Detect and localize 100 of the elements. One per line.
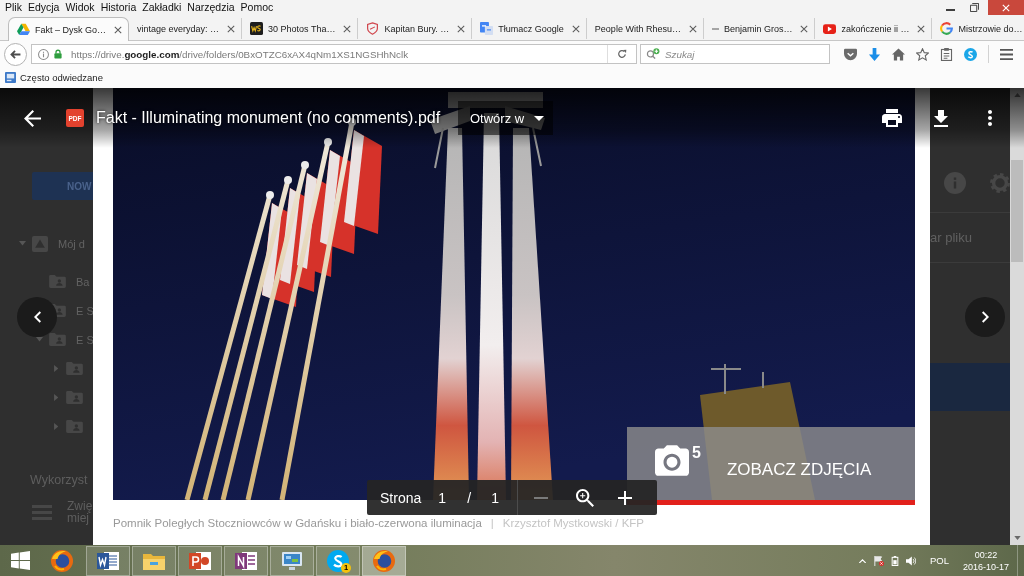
notebook-app-icon <box>235 549 257 572</box>
bookmark-item[interactable]: Często odwiedzane <box>5 72 103 83</box>
flag-icon[interactable] <box>874 555 884 566</box>
page-separator: / <box>467 489 472 506</box>
page-count: 1 <box>491 489 499 506</box>
shared-folder-icon <box>66 420 83 433</box>
taskbar-button[interactable] <box>132 545 176 576</box>
page-number-field[interactable]: 1 <box>431 489 454 506</box>
page-icon <box>5 72 16 83</box>
scroll-down-icon[interactable] <box>1013 536 1021 540</box>
browser-tab[interactable]: vintage everyday: … <box>129 18 243 39</box>
close-icon[interactable] <box>343 24 352 33</box>
taskbar-button[interactable] <box>224 545 268 576</box>
shared-folder-icon <box>49 275 66 288</box>
scrollbar-thumb[interactable] <box>1011 160 1023 262</box>
camera-icon <box>655 445 689 476</box>
photo-credit: Krzysztof Mystkowski / KFP <box>502 516 645 530</box>
triangle-logo-icon <box>17 23 30 36</box>
drive-icon <box>32 235 48 252</box>
close-icon[interactable] <box>227 24 236 33</box>
play-icon <box>823 23 837 34</box>
download-icon[interactable] <box>934 109 948 127</box>
browser-tab[interactable]: Benjamin Gros… <box>703 18 816 39</box>
search-icon <box>646 48 660 59</box>
browser-tab[interactable]: zakończenie ii … <box>815 18 933 39</box>
clipboard-icon[interactable] <box>940 47 953 61</box>
taskbar-button[interactable] <box>86 545 130 576</box>
taskbar-button[interactable] <box>270 545 314 576</box>
menu-item[interactable]: Widok <box>65 1 95 14</box>
browser-tab[interactable]: Kapitan Bury. … <box>358 18 473 39</box>
menu-item[interactable]: Plik <box>5 1 22 14</box>
close-icon[interactable] <box>571 24 580 33</box>
taskbar-button[interactable] <box>362 545 406 576</box>
clock-date[interactable]: 2016-10-17 <box>962 560 1009 573</box>
back-button[interactable] <box>4 42 27 66</box>
menu-item[interactable]: Pomoc <box>240 1 274 14</box>
menu-icon[interactable] <box>1000 47 1013 61</box>
close-icon[interactable] <box>800 24 809 33</box>
close-icon[interactable] <box>457 24 466 33</box>
open-with-button[interactable]: Otwórz w <box>458 101 553 135</box>
chevron-left-icon <box>33 310 41 323</box>
back-arrow-icon[interactable] <box>24 109 41 127</box>
document-app-icon <box>97 549 119 572</box>
menu-item[interactable]: Historia <box>100 1 137 14</box>
close-icon <box>1002 3 1010 12</box>
clock-time[interactable]: 00:22 <box>974 548 998 561</box>
page-label: Strona <box>380 489 422 506</box>
close-button[interactable] <box>988 0 1024 15</box>
close-icon[interactable] <box>114 25 122 34</box>
ring-logo-icon <box>940 22 954 35</box>
menu-item[interactable]: Edycja <box>27 1 60 14</box>
search-field[interactable]: Szukaj <box>640 44 830 64</box>
magnifier-icon[interactable] <box>575 488 594 507</box>
stacked-bars-icon <box>32 504 52 520</box>
chevron-up-icon[interactable] <box>859 558 866 563</box>
document-icon <box>480 22 494 35</box>
taskbar-button[interactable] <box>178 545 222 576</box>
home-icon[interactable] <box>892 47 905 61</box>
shared-folder-icon <box>66 362 83 375</box>
scrollbar-track[interactable] <box>1010 88 1024 545</box>
lock-icon[interactable] <box>54 49 62 59</box>
battery-icon[interactable] <box>890 555 900 566</box>
monitor-icon <box>281 549 303 572</box>
minimize-icon[interactable] <box>946 8 955 11</box>
view-photos-button[interactable]: 5 ZOBACZ ZDJĘCIA <box>627 427 915 500</box>
speaker-icon[interactable] <box>906 555 916 566</box>
shield-icon <box>366 22 380 35</box>
chat-app-icon <box>327 549 349 572</box>
close-icon[interactable] <box>688 24 697 33</box>
address-field[interactable]: https://drive.google.com/drive/folders/0BxOTZC6xAX4qNm1XS1NGSHhNclk <box>31 44 637 64</box>
presentation-app-icon <box>189 549 211 572</box>
menu-item[interactable]: Zakładki <box>142 1 182 14</box>
photo-caption: Pomnik Poległych Stoczniowców w Gdańsku i biało-czerwona iluminacja <box>113 516 482 530</box>
chat-app-icon[interactable] <box>964 47 977 61</box>
menu-item[interactable]: Narzędzia <box>187 1 235 14</box>
reload-icon[interactable] <box>617 49 627 59</box>
language-indicator[interactable]: POL <box>930 555 949 566</box>
browser-icon <box>51 549 73 572</box>
shared-folder-icon <box>49 333 66 346</box>
back-arrow-icon <box>10 49 21 59</box>
browser-tab[interactable]: Fakt – Dysk Go… <box>8 17 129 41</box>
chevron-badge-icon[interactable] <box>844 47 857 61</box>
caret-down-icon <box>534 115 544 121</box>
plus-icon[interactable] <box>617 490 632 505</box>
browser-tab[interactable]: Mistrzowie do… <box>932 18 1024 39</box>
restore-icon[interactable] <box>970 3 979 12</box>
more-icon[interactable] <box>988 110 992 126</box>
chevron-right-icon <box>981 310 989 323</box>
browser-tab[interactable]: People With Rhesu… <box>586 18 704 39</box>
info-icon[interactable] <box>38 48 49 60</box>
start-icon[interactable] <box>10 551 30 570</box>
shared-folder-icon <box>66 391 83 404</box>
dash-icon <box>711 27 719 30</box>
star-icon[interactable] <box>916 47 929 61</box>
browser-tab[interactable]: 30 Photos Tha… <box>242 18 359 39</box>
close-icon[interactable] <box>917 24 926 33</box>
browser-tab[interactable]: Tłumacz Google <box>472 18 587 39</box>
square-logo-icon <box>250 22 264 35</box>
browser-icon <box>373 549 395 572</box>
print-icon[interactable] <box>882 109 902 127</box>
